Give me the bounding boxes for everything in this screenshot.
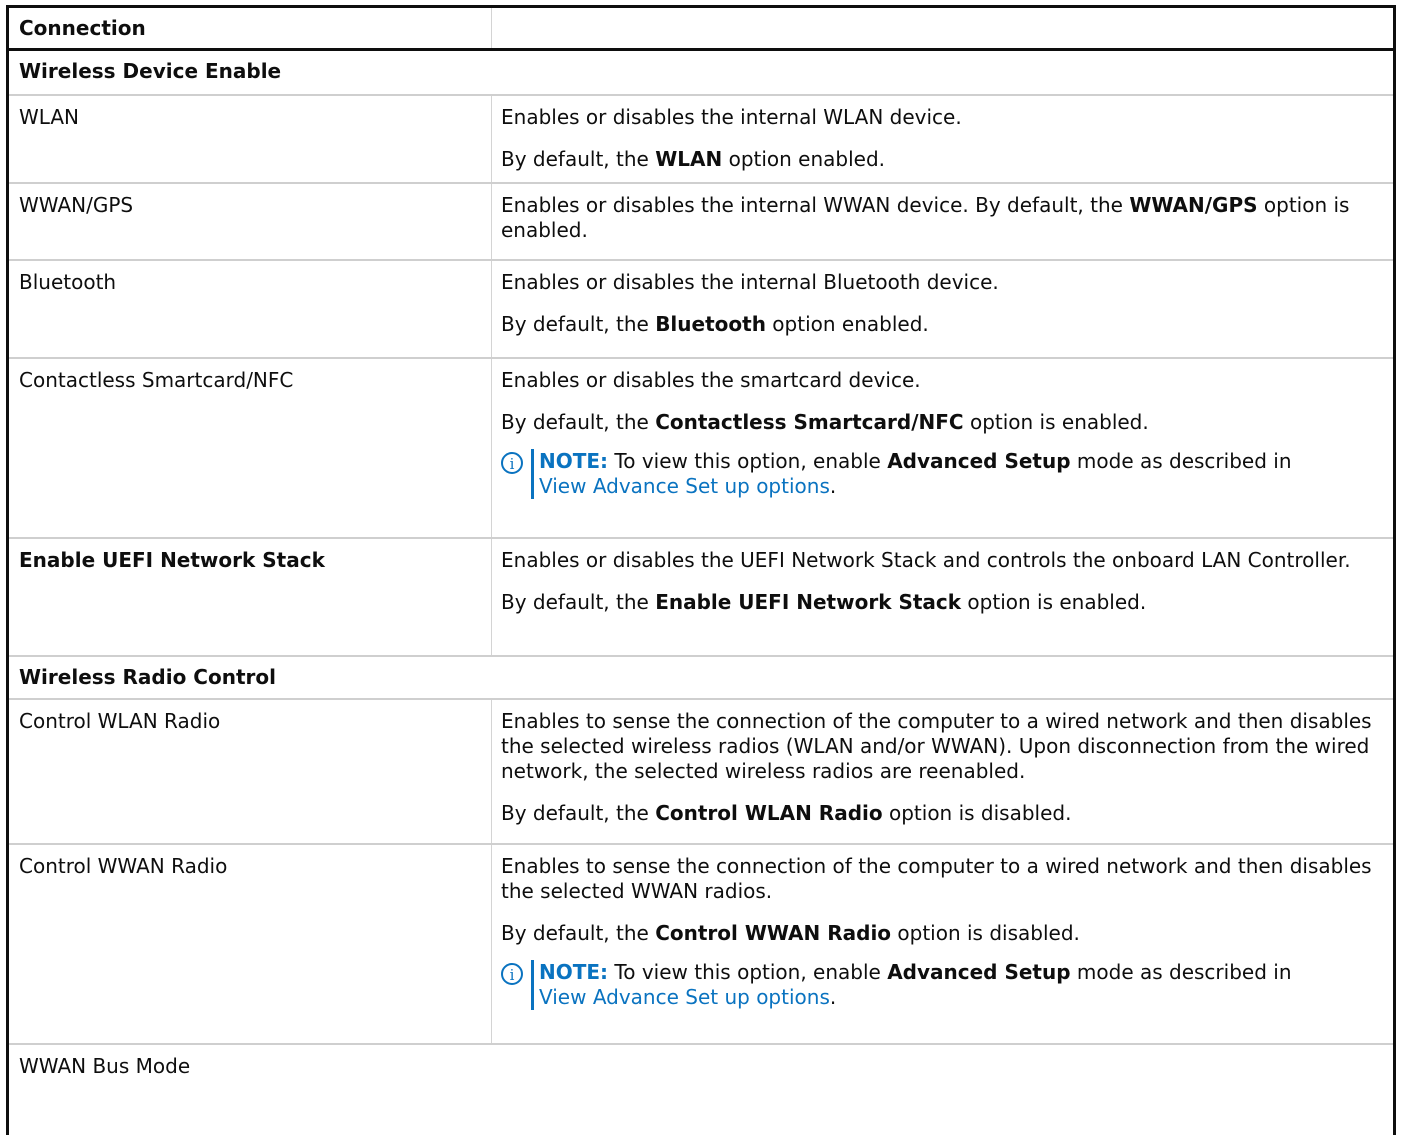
option-description: Enables or disables the smartcard device… — [491, 359, 1393, 537]
section-row-wireless-radio-control: Wireless Radio Control — [9, 655, 1393, 698]
note-text: NOTE: To view this option, enable Advanc… — [539, 960, 1292, 1009]
column-divider — [491, 539, 492, 655]
section-title: Wireless Radio Control — [19, 665, 276, 689]
info-icon: i — [501, 963, 523, 985]
table-row-wwan-bus-mode: WWAN Bus Mode — [9, 1043, 1393, 1103]
note-block: i NOTE: To view this option, enable Adva… — [501, 960, 1383, 1010]
description-text: Enables or disables the UEFI Network Sta… — [501, 548, 1351, 572]
note-bar — [531, 960, 534, 1010]
table-row-wwan-gps: WWAN/GPS Enables or disables the interna… — [9, 182, 1393, 259]
info-icon: i — [501, 452, 523, 474]
option-name: Control WLAN Radio — [19, 709, 221, 733]
default-text: By default, the Enable UEFI Network Stac… — [501, 590, 1147, 614]
column-divider — [491, 359, 492, 537]
table-row-uefi-network-stack: Enable UEFI Network Stack Enables or dis… — [9, 537, 1393, 655]
description-text: Enables to sense the connection of the c… — [501, 854, 1372, 903]
default-text: By default, the Control WWAN Radio optio… — [501, 921, 1080, 945]
note-label: NOTE: — [539, 960, 609, 984]
option-name: Bluetooth — [19, 270, 117, 294]
description-text: Enables or disables the internal WLAN de… — [501, 105, 962, 129]
note-label: NOTE: — [539, 449, 609, 473]
option-name: Enable UEFI Network Stack — [19, 548, 325, 572]
table-row-contactless-nfc: Contactless Smartcard/NFC Enables or dis… — [9, 357, 1393, 537]
table-header-title: Connection — [19, 16, 146, 40]
table-row-control-wwan-radio: Control WWAN Radio Enables to sense the … — [9, 843, 1393, 1043]
note-text: NOTE: To view this option, enable Advanc… — [539, 449, 1292, 498]
option-description: Enables or disables the internal Bluetoo… — [491, 261, 1393, 357]
column-divider — [491, 8, 492, 48]
section-row-wireless-device-enable: Wireless Device Enable — [9, 51, 1393, 94]
column-divider — [491, 184, 492, 259]
option-name: WLAN — [19, 105, 80, 129]
default-text: By default, the Contactless Smartcard/NF… — [501, 410, 1149, 434]
section-title: Wireless Device Enable — [19, 59, 282, 83]
column-divider — [491, 700, 492, 843]
column-divider — [491, 845, 492, 1043]
description-text: Enables or disables the internal Bluetoo… — [501, 270, 999, 294]
option-description: Enables to sense the connection of the c… — [491, 845, 1393, 1043]
option-name: Control WWAN Radio — [19, 854, 228, 878]
column-divider — [491, 96, 492, 182]
option-description: Enables or disables the internal WLAN de… — [491, 96, 1393, 182]
option-name: WWAN Bus Mode — [19, 1054, 191, 1078]
default-text: By default, the Bluetooth option enabled… — [501, 312, 929, 336]
description-text: Enables or disables the internal WWAN de… — [501, 193, 1350, 242]
description-text: Enables to sense the connection of the c… — [501, 709, 1372, 783]
option-name: Contactless Smartcard/NFC — [19, 368, 294, 392]
option-description: Enables or disables the UEFI Network Sta… — [491, 539, 1393, 655]
view-advance-setup-link[interactable]: View Advance Set up options — [539, 474, 830, 498]
option-description: Enables or disables the internal WWAN de… — [491, 184, 1393, 259]
option-name: WWAN/GPS — [19, 193, 134, 217]
connection-table: Connection Wireless Device Enable WLAN E… — [6, 5, 1396, 1135]
default-text: By default, the WLAN option enabled. — [501, 147, 886, 171]
option-description: Enables to sense the connection of the c… — [491, 700, 1393, 843]
note-bar — [531, 449, 534, 499]
table-header-row: Connection — [9, 8, 1393, 51]
table-row-wlan: WLAN Enables or disables the internal WL… — [9, 94, 1393, 182]
view-advance-setup-link[interactable]: View Advance Set up options — [539, 985, 830, 1009]
table-row-control-wlan-radio: Control WLAN Radio Enables to sense the … — [9, 698, 1393, 843]
table-row-bluetooth: Bluetooth Enables or disables the intern… — [9, 259, 1393, 357]
description-text: Enables or disables the smartcard device… — [501, 368, 921, 392]
note-block: i NOTE: To view this option, enable Adva… — [501, 449, 1383, 499]
column-divider — [491, 261, 492, 357]
default-text: By default, the Control WLAN Radio optio… — [501, 801, 1072, 825]
